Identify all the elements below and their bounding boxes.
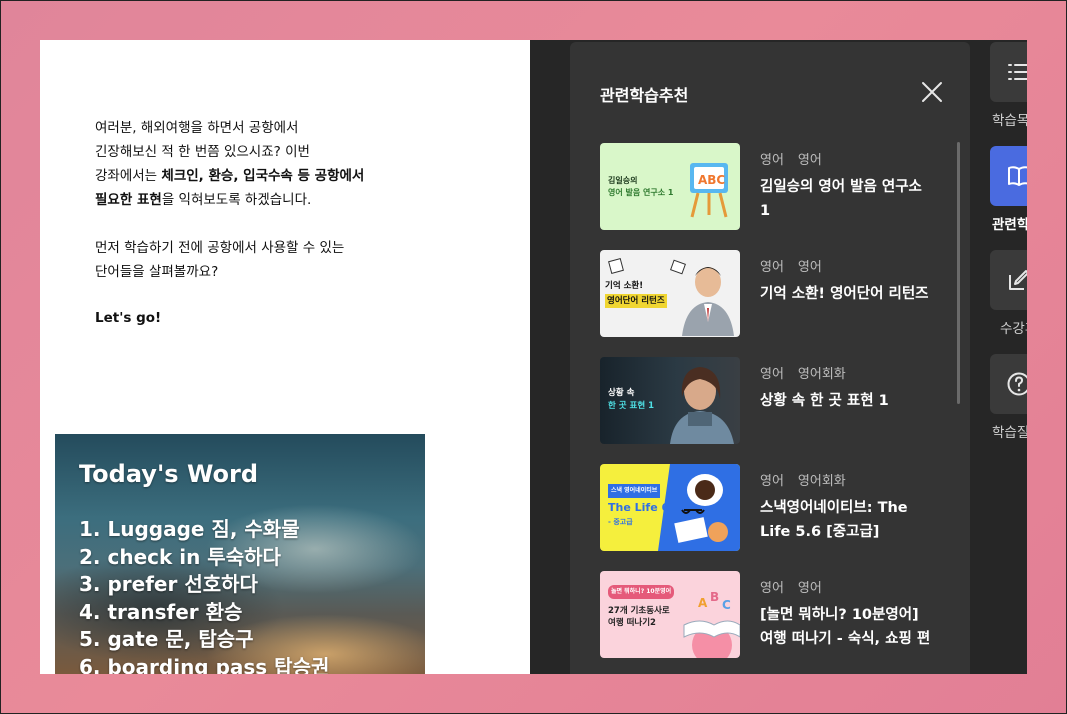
intro-text-span: 강좌에서는 [95,168,162,184]
course-title[interactable]: 스낵영어네이티브: The Life 5.6 [중고급] [760,496,932,544]
side-rail: 학습목차 관련학습 수강후기 학습질문 [990,40,1027,674]
course-title[interactable]: [놀면 뭐하니? 10분영어] 여행 떠나기 - 숙식, 쇼핑 편 [760,603,932,651]
thumb-text: 영어 발음 연구소 1 [608,188,674,197]
course-card[interactable]: 기억 소환! 영어단어 리턴즈 영어 영어 기억 소환! 영어단어 리턴즈 [600,250,950,338]
intro-line: 먼저 학습하기 전에 공항에서 사용할 수 있는 [95,240,345,256]
course-thumbnail: 스낵 영어네이티브 The Life 6 - 중고급 [600,464,740,551]
course-thumbnail: 기억 소환! 영어단어 리턴즈 [600,250,740,337]
course-card[interactable]: 상황 속 한 곳 표현 1 영어 영어회화 상황 속 한 곳 표현 1 [600,357,950,445]
course-tags: 영어 영어 [760,256,822,275]
thumb-text: 27개 기초동사로 [608,606,670,616]
word-item: 5. gate 문, 탑승구 [79,627,254,651]
thumb-text: 김일승의 [608,176,638,185]
course-title[interactable]: 기억 소환! 영어단어 리턴즈 [760,282,932,306]
today-word-image: Today's Word 1. Luggage 짐, 수화물 2. check … [55,434,425,674]
course-tag: 영어 [797,153,822,168]
course-tags: 영어 영어회화 [760,470,846,489]
article-content: 여러분, 해외여행을 하면서 공항에서 긴장해보신 적 한 번쯤 있으시죠? 이… [40,40,530,674]
course-thumbnail: A B C 놀면 뭐하니? 10분영어 27개 기초동사로 여행 떠나기2 [600,571,740,658]
course-tags: 영어 영어 [760,577,822,596]
intro-text-span: 을 익혀보도록 하겠습니다. [161,192,312,208]
course-thumbnail: 김일승의 영어 발음 연구소 1 ABC [600,143,740,230]
course-tag: 영어 [797,260,822,275]
panel-title: 관련학습추천 [600,86,689,105]
word-item: 4. transfer 환승 [79,599,243,624]
course-tag: 영어 [760,153,784,168]
course-title[interactable]: 상황 속 한 곳 표현 1 [760,389,932,413]
question-icon [1007,372,1027,396]
word-list: 1. Luggage 짐, 수화물 2. check in 투숙하다 3. pr… [79,516,329,674]
thumb-text: 한 곳 표현 1 [608,401,655,411]
close-icon [922,82,942,102]
book-icon [1008,166,1027,186]
rail-label: 학습목차 [992,113,1027,129]
rail-label: 관련학습 [992,217,1027,233]
word-item: 1. Luggage 짐, 수화물 [79,517,300,541]
person-thumbnail [608,258,734,336]
rail-label: 수강후기 [1000,321,1027,337]
word-item: 3. prefer 선호하다 [79,572,258,596]
course-tag: 영어 [760,367,784,382]
svg-text:C: C [722,598,731,612]
course-tag: 영어회화 [797,367,846,382]
edit-icon [1009,270,1027,290]
course-tag: 영어 [760,260,784,275]
course-tags: 영어 영어 [760,149,822,168]
intro-bold-text: 체크인, 환승, 입국수속 등 공항에서 [161,168,365,184]
panel-scrollbar[interactable] [957,142,960,404]
related-learning-panel: 관련학습추천 김일승의 영어 발음 연구소 1 ABC 영어 영어 김일승의 영어… [570,42,970,674]
close-button[interactable] [918,78,946,106]
word-item: 6. boarding pass 탑승권 [79,654,330,675]
thumb-badge: 놀면 뭐하니? 10분영어 [608,585,675,599]
word-item: 2. check in 투숙하다 [79,544,281,569]
intro-line: 여러분, 해외여행을 하면서 공항에서 [95,120,299,136]
svg-text:B: B [710,590,719,604]
course-tag: 영어 [760,474,784,489]
course-tag: 영어 [760,581,784,596]
svg-text:ABC: ABC [698,173,725,187]
thumb-text: - 중고급 [608,518,633,526]
list-icon [1008,64,1027,80]
intro-line: 긴장해보신 적 한 번쯤 있으시죠? 이번 [95,144,310,160]
course-tags: 영어 영어회화 [760,363,846,382]
intro-line: 필요한 표현을 익혀보도록 하겠습니다. [95,188,395,212]
intro-line: 강좌에서는 체크인, 환승, 입국수속 등 공항에서 [95,164,395,188]
rail-button-question[interactable] [990,354,1027,414]
course-title[interactable]: 김일승의 영어 발음 연구소 1 [760,175,932,223]
course-card[interactable]: A B C 놀면 뭐하니? 10분영어 27개 기초동사로 여행 떠나기2 영어… [600,571,950,659]
course-thumbnail: 상황 속 한 곳 표현 1 [600,357,740,444]
course-card[interactable]: 김일승의 영어 발음 연구소 1 ABC 영어 영어 김일승의 영어 발음 연구소… [600,143,950,231]
intro-line: 단어들을 살펴볼까요? [95,264,219,280]
rail-button-related[interactable] [990,146,1027,206]
thumb-text: 여행 떠나기2 [608,618,656,628]
easel-board-icon: ABC [690,163,728,218]
rail-button-toc[interactable] [990,42,1027,102]
thumb-text: The Life 6 [608,501,670,514]
lets-go-text: Let's go! [95,310,162,326]
rail-label: 학습질문 [992,425,1027,441]
course-tag: 영어 [797,581,822,596]
rail-button-review[interactable] [990,250,1027,310]
thumb-text: 상황 속 [608,388,635,398]
course-tag: 영어회화 [797,474,846,489]
intro-text: 여러분, 해외여행을 하면서 공항에서 긴장해보신 적 한 번쯤 있으시죠? 이… [95,116,395,284]
app-screen: 여러분, 해외여행을 하면서 공항에서 긴장해보신 적 한 번쯤 있으시죠? 이… [40,40,1027,674]
word-card-title: Today's Word [79,460,259,488]
course-card[interactable]: 스낵 영어네이티브 The Life 6 - 중고급 영어 영어회화 스낵영어네이… [600,464,950,552]
svg-text:A: A [698,596,708,610]
intro-bold-text: 필요한 표현 [95,192,162,208]
thumb-badge: 스낵 영어네이티브 [608,484,661,498]
